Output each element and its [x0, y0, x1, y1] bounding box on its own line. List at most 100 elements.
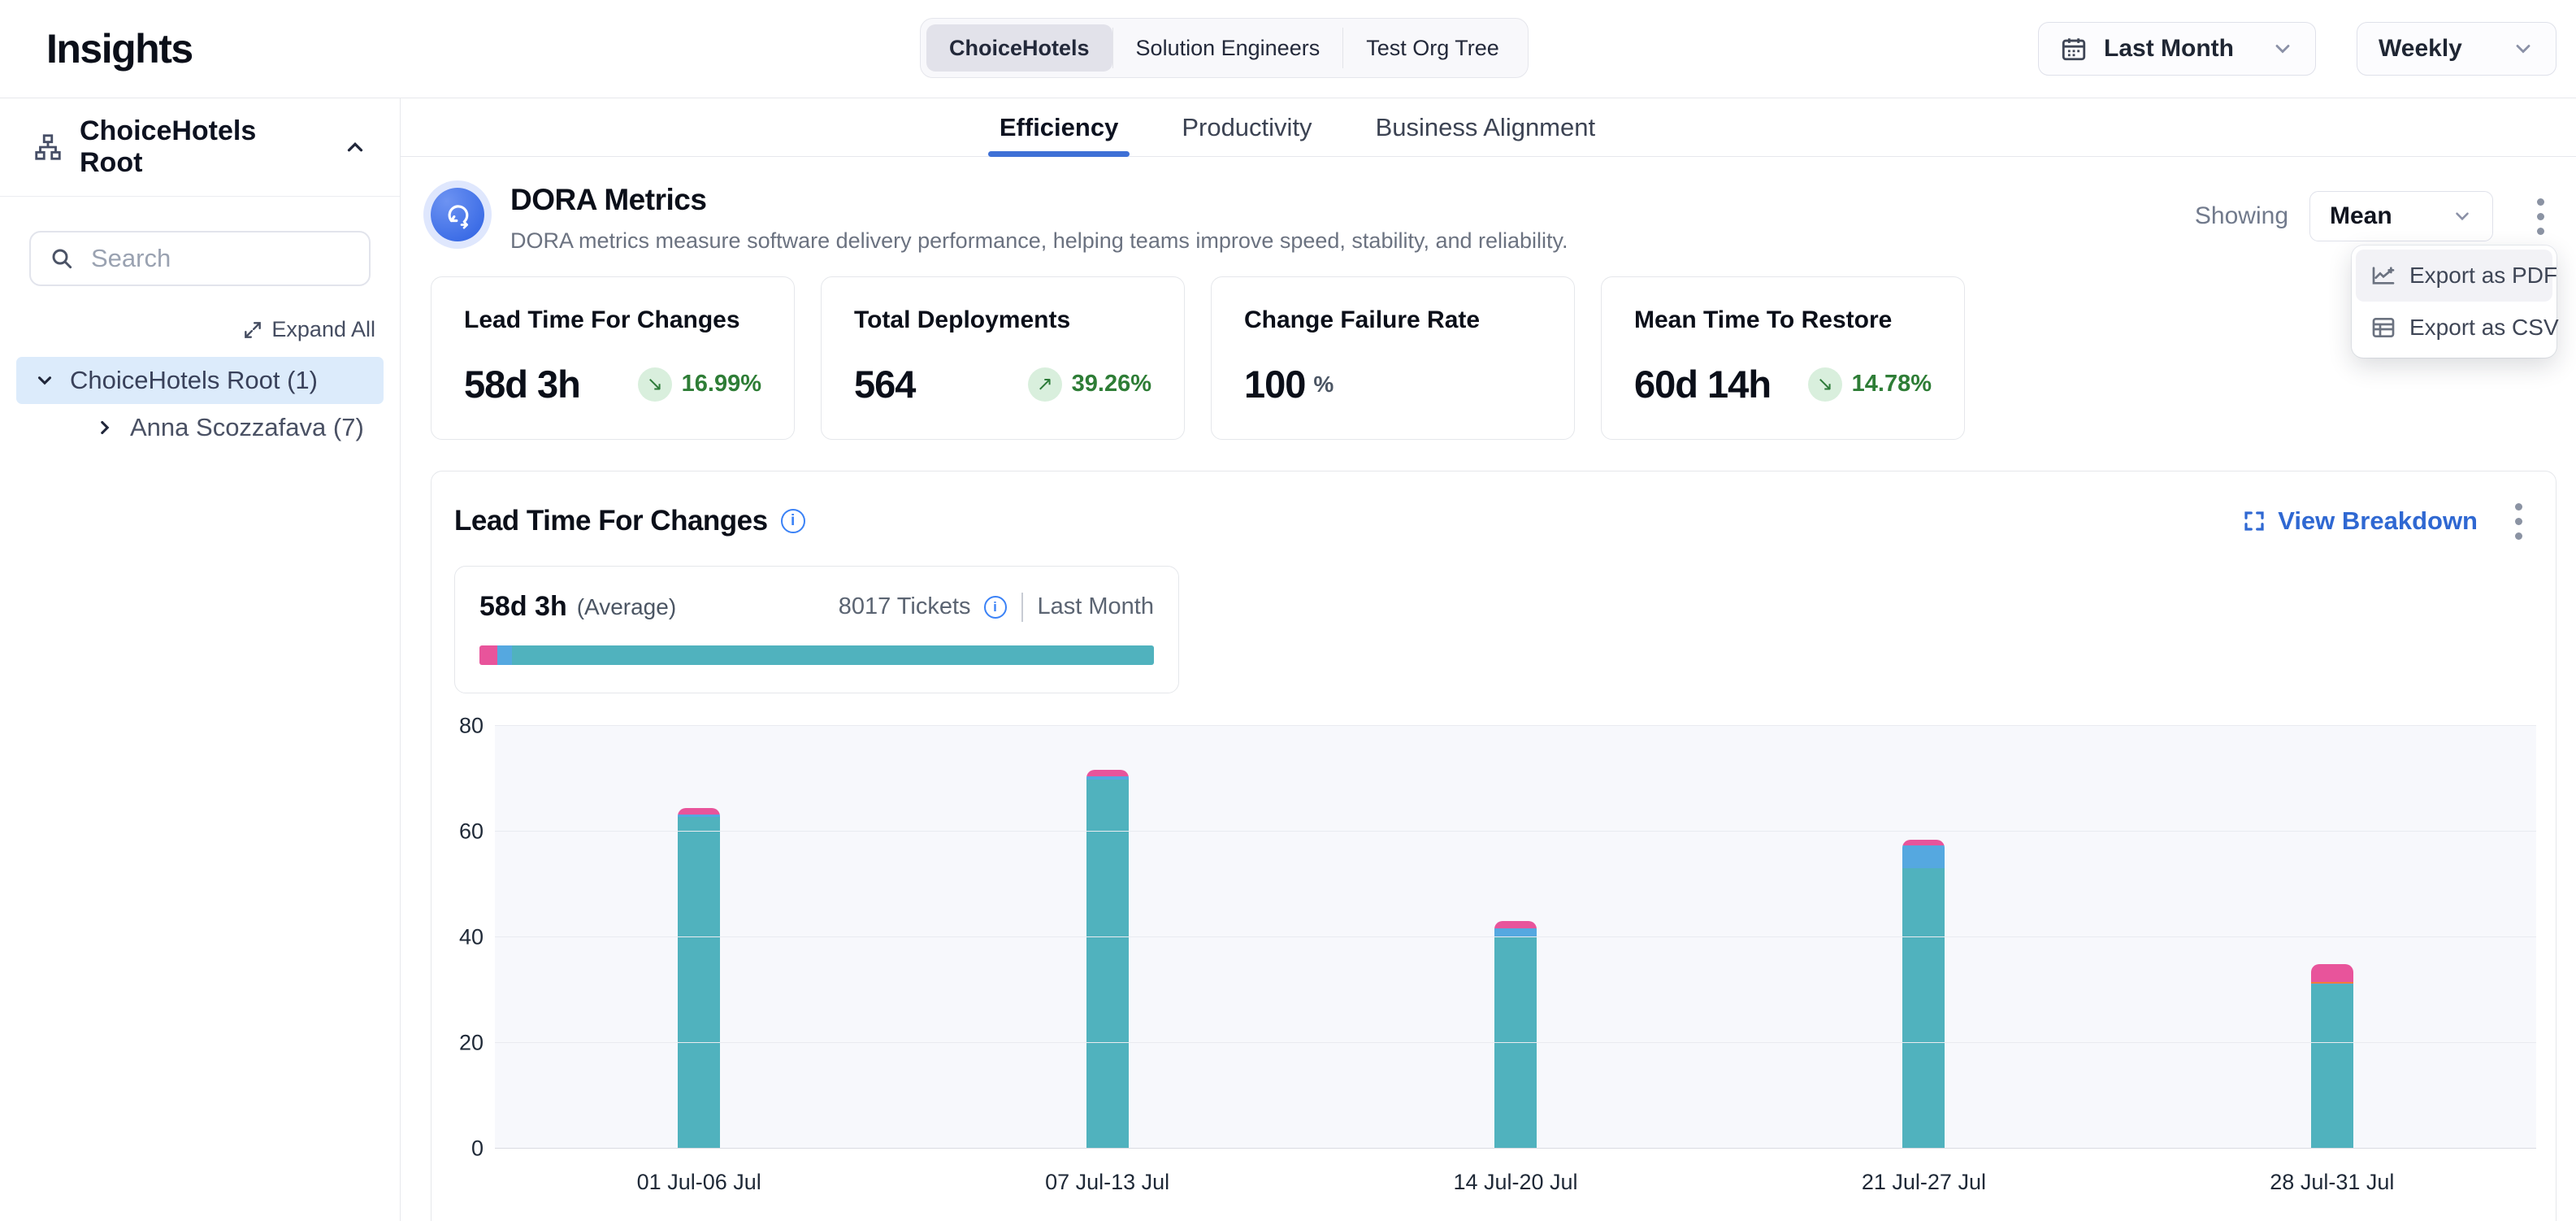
delta-value: 14.78% [1852, 371, 1932, 398]
x-tick-label: 01 Jul-06 Jul [495, 1170, 903, 1195]
tree-item-child[interactable]: Anna Scozzafava (7) [76, 404, 384, 451]
bars [495, 726, 2536, 1149]
progress-segment-planning [479, 645, 497, 665]
view-breakdown-button[interactable]: View Breakdown [2242, 506, 2478, 536]
bar-column[interactable] [2128, 726, 2536, 1149]
search-input[interactable] [91, 244, 351, 273]
lead-time-chart-card: Lead Time For Changes i View Breakdown 5… [431, 471, 2556, 1221]
stacked-bar[interactable] [678, 808, 720, 1149]
mean-value: Mean [2330, 202, 2392, 230]
menu-item-export-csv[interactable]: Export as CSV [2356, 302, 2552, 354]
tab-business-alignment[interactable]: Business Alignment [1371, 98, 1601, 156]
trend-badge: ↘ 14.78% [1808, 367, 1932, 402]
tree-item-root[interactable]: ChoiceHotels Root (1) [16, 357, 384, 404]
card-title: Total Deployments [854, 306, 1151, 334]
search-box [29, 231, 371, 286]
stacked-bar[interactable] [2311, 964, 2353, 1149]
tab-efficiency[interactable]: Efficiency [995, 98, 1123, 156]
progress-segment-review [497, 645, 512, 665]
org-tab-choicehotels[interactable]: ChoiceHotels [926, 24, 1112, 72]
granularity-select[interactable]: Weekly [2357, 22, 2556, 76]
showing-label: Showing [2195, 202, 2288, 230]
x-tick-label: 14 Jul-20 Jul [1312, 1170, 1720, 1195]
tickets-count: 8017 Tickets [839, 593, 971, 620]
plot-area [495, 726, 2536, 1149]
chevron-down-icon [2512, 37, 2535, 60]
expand-all-button[interactable]: Expand All [0, 317, 375, 342]
trend-badge: ↗ 39.26% [1028, 367, 1151, 402]
period-label: Last Month [1038, 593, 1154, 620]
org-tab-group: ChoiceHotels Solution Engineers Test Org… [920, 18, 1529, 78]
x-axis-labels: 01 Jul-06 Jul07 Jul-13 Jul14 Jul-20 Jul2… [495, 1170, 2536, 1195]
menu-item-export-pdf[interactable]: Export as PDF [2356, 250, 2552, 302]
org-tree: ChoiceHotels Root (1) Anna Scozzafava (7… [0, 357, 400, 451]
bar-column[interactable] [1720, 726, 2127, 1149]
expand-icon [242, 319, 263, 341]
tab-productivity[interactable]: Productivity [1177, 98, 1316, 156]
bar-segment-review [1494, 928, 1537, 936]
card-title: Change Failure Rate [1244, 306, 1542, 334]
chevron-down-icon [2271, 37, 2294, 60]
average-summary-card: 58d 3h (Average) 8017 Tickets i Last Mon… [454, 566, 1179, 693]
chevron-right-icon[interactable] [94, 417, 115, 438]
expand-all-label: Expand All [271, 317, 375, 342]
bar-segment-planning [2311, 964, 2353, 982]
y-tick-label: 80 [459, 714, 484, 739]
org-tab-test-org-tree[interactable]: Test Org Tree [1343, 24, 1522, 72]
top-bar: Insights ChoiceHotels Solution Engineers… [0, 0, 2576, 98]
bar-column[interactable] [1312, 726, 1720, 1149]
metric-card-lead-time: Lead Time For Changes 58d 3h ↘ 16.99% [431, 276, 795, 440]
trend-up-icon: ↗ [1028, 367, 1062, 402]
info-icon[interactable]: i [781, 509, 805, 533]
metric-card-total-deployments: Total Deployments 564 ↗ 39.26% [821, 276, 1185, 440]
stacked-bar[interactable] [1494, 921, 1537, 1149]
chevron-up-icon[interactable] [343, 135, 367, 159]
sidebar-header: ChoiceHotels Root [0, 98, 400, 197]
chevron-down-icon[interactable] [34, 370, 55, 391]
divider [1021, 593, 1023, 622]
date-range-value: Last Month [2104, 35, 2234, 63]
progress-segment-deployment [512, 645, 1154, 665]
gridline [495, 725, 2536, 726]
gridline [495, 831, 2536, 832]
bar-segment-deployment [1086, 780, 1129, 1149]
phase-progress-bar [479, 645, 1154, 665]
bar-segment-planning [678, 808, 720, 815]
x-tick-label: 07 Jul-13 Jul [903, 1170, 1311, 1195]
x-tick-label: 21 Jul-27 Jul [1720, 1170, 2127, 1195]
info-icon[interactable]: i [984, 596, 1007, 619]
section-title: DORA Metrics [510, 183, 1568, 217]
org-tab-solution-engineers[interactable]: Solution Engineers [1113, 24, 1343, 72]
stacked-bar[interactable] [1902, 840, 1945, 1149]
metric-card-change-failure-rate: Change Failure Rate 100 % [1211, 276, 1575, 440]
date-range-select[interactable]: Last Month [2038, 22, 2316, 76]
bar-column[interactable] [903, 726, 1311, 1149]
bar-segment-deployment [2311, 984, 2353, 1149]
stacked-bar[interactable] [1086, 770, 1129, 1149]
mean-select[interactable]: Mean [2309, 191, 2493, 241]
chart-title: Lead Time For Changes [454, 505, 768, 537]
card-title: Lead Time For Changes [464, 306, 761, 334]
card-title: Mean Time To Restore [1634, 306, 1932, 334]
gridline [495, 1042, 2536, 1043]
export-menu: Export as PDF Export as CSV [2352, 246, 2556, 358]
trend-down-icon: ↘ [638, 367, 672, 402]
menu-item-label: Export as CSV [2409, 315, 2559, 341]
bar-column[interactable] [495, 726, 903, 1149]
average-label: (Average) [577, 594, 676, 620]
calendar-icon [2060, 35, 2088, 63]
org-tree-icon [33, 132, 63, 163]
kebab-menu-button[interactable] [2502, 496, 2535, 546]
table-icon [2370, 315, 2396, 341]
average-value: 58d 3h [479, 591, 567, 623]
fullscreen-icon [2242, 509, 2266, 533]
sidebar-root-title: ChoiceHotels Root [80, 115, 327, 179]
sidebar: ChoiceHotels Root Expand All [0, 98, 401, 1221]
card-value: 58d 3h [464, 362, 580, 406]
kebab-menu-button[interactable] [2524, 191, 2556, 241]
metric-cards: Lead Time For Changes 58d 3h ↘ 16.99% To… [431, 276, 1965, 440]
search-icon [49, 246, 75, 272]
y-tick-label: 20 [459, 1031, 484, 1056]
chevron-down-icon [2452, 206, 2473, 227]
gridline [495, 1148, 2536, 1149]
